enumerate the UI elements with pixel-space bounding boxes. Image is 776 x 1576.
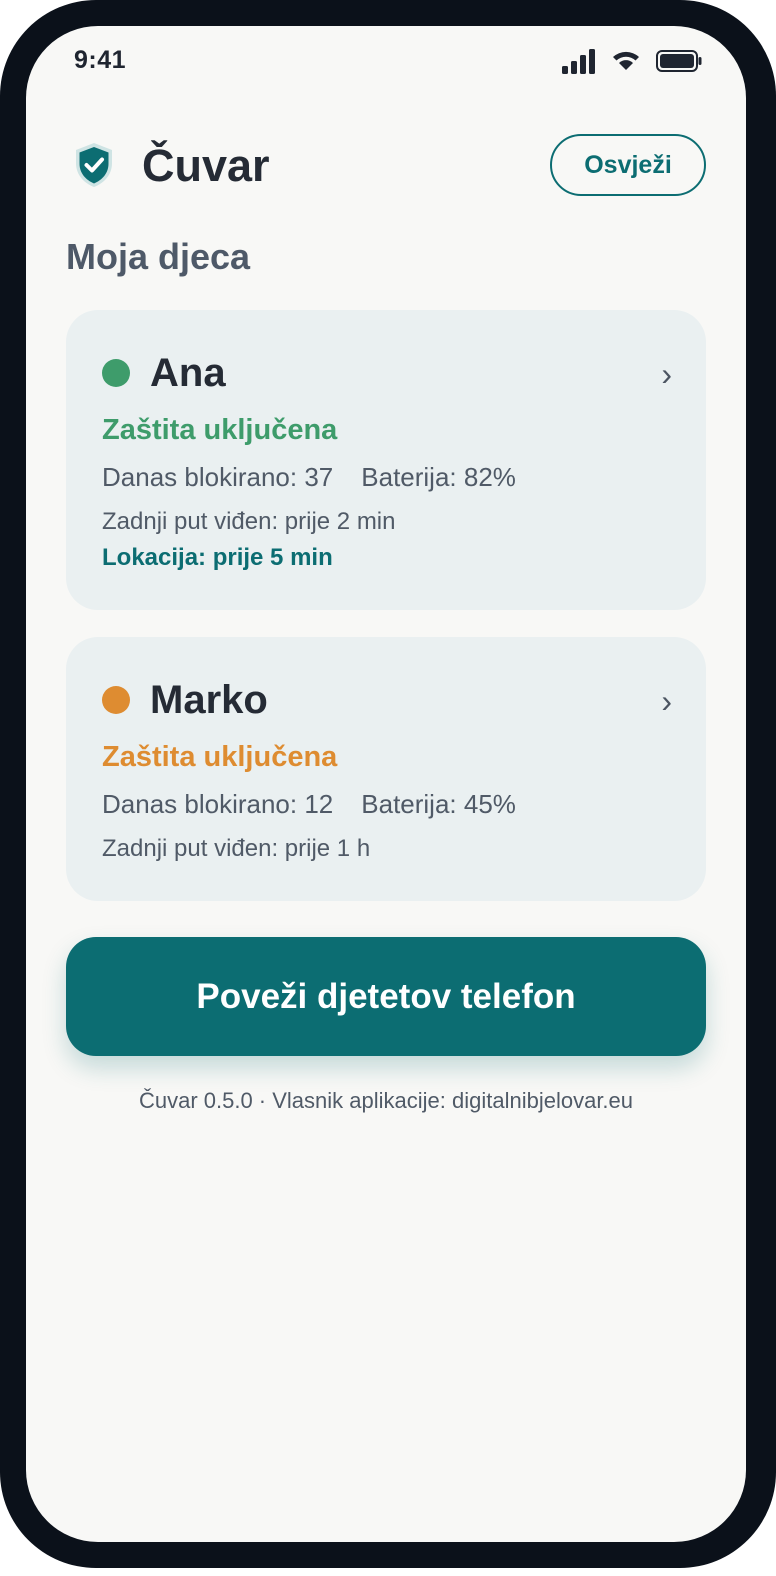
signal-icon	[562, 49, 595, 74]
battery-level: Baterija: 45%	[361, 789, 516, 819]
footer-text: Čuvar 0.5.0 · Vlasnik aplikacije: digita…	[138, 1088, 634, 1113]
status-time: 9:41	[74, 46, 127, 74]
child-card-ana[interactable]: Ana › Zaštita uključena Danas blokirano:…	[66, 310, 706, 610]
status-icons	[562, 48, 702, 74]
protection-status: Zaštita uključena	[102, 414, 338, 446]
status-bar: 9:41	[26, 26, 746, 96]
child-card-marko[interactable]: Marko › Zaštita uključena Danas blokiran…	[66, 637, 706, 901]
chevron-right-icon[interactable]: ›	[661, 356, 672, 392]
child-name: Ana	[150, 351, 226, 395]
blocked-count: Danas blokirano: 37	[102, 462, 334, 492]
battery-level: Baterija: 82%	[361, 462, 516, 492]
location-link[interactable]: Lokacija: prije 5 min	[102, 542, 333, 574]
status-dot	[102, 686, 130, 714]
wifi-icon	[613, 51, 639, 70]
connect-child-phone-button[interactable]: Poveži djetetov telefon	[66, 937, 706, 1056]
stats-row: Danas blokirano: 12 Baterija: 45%	[102, 787, 516, 821]
child-name: Marko	[150, 678, 268, 722]
status-dot	[102, 359, 130, 387]
protection-status: Zaštita uključena	[102, 741, 338, 773]
app-title: Čuvar	[142, 140, 270, 191]
phone-frame: 9:41 Čuvar Osvježi Moja djeca Ana › Zašt…	[0, 0, 776, 1568]
app-header: Čuvar Osvježi	[66, 130, 706, 202]
app-screen: 9:41 Čuvar Osvježi Moja djeca Ana › Zašt…	[26, 26, 746, 1542]
blocked-count: Danas blokirano: 12	[102, 789, 334, 819]
section-title: Moja djeca	[66, 236, 251, 277]
shield-check-icon	[76, 143, 112, 187]
refresh-button[interactable]: Osvježi	[550, 134, 706, 196]
battery-icon	[656, 50, 702, 72]
last-seen: Zadnji put viđen: prije 2 min	[102, 508, 396, 535]
chevron-right-icon[interactable]: ›	[661, 683, 672, 719]
stats-row: Danas blokirano: 37 Baterija: 82%	[102, 460, 516, 494]
last-seen: Zadnji put viđen: prije 1 h	[102, 835, 371, 862]
